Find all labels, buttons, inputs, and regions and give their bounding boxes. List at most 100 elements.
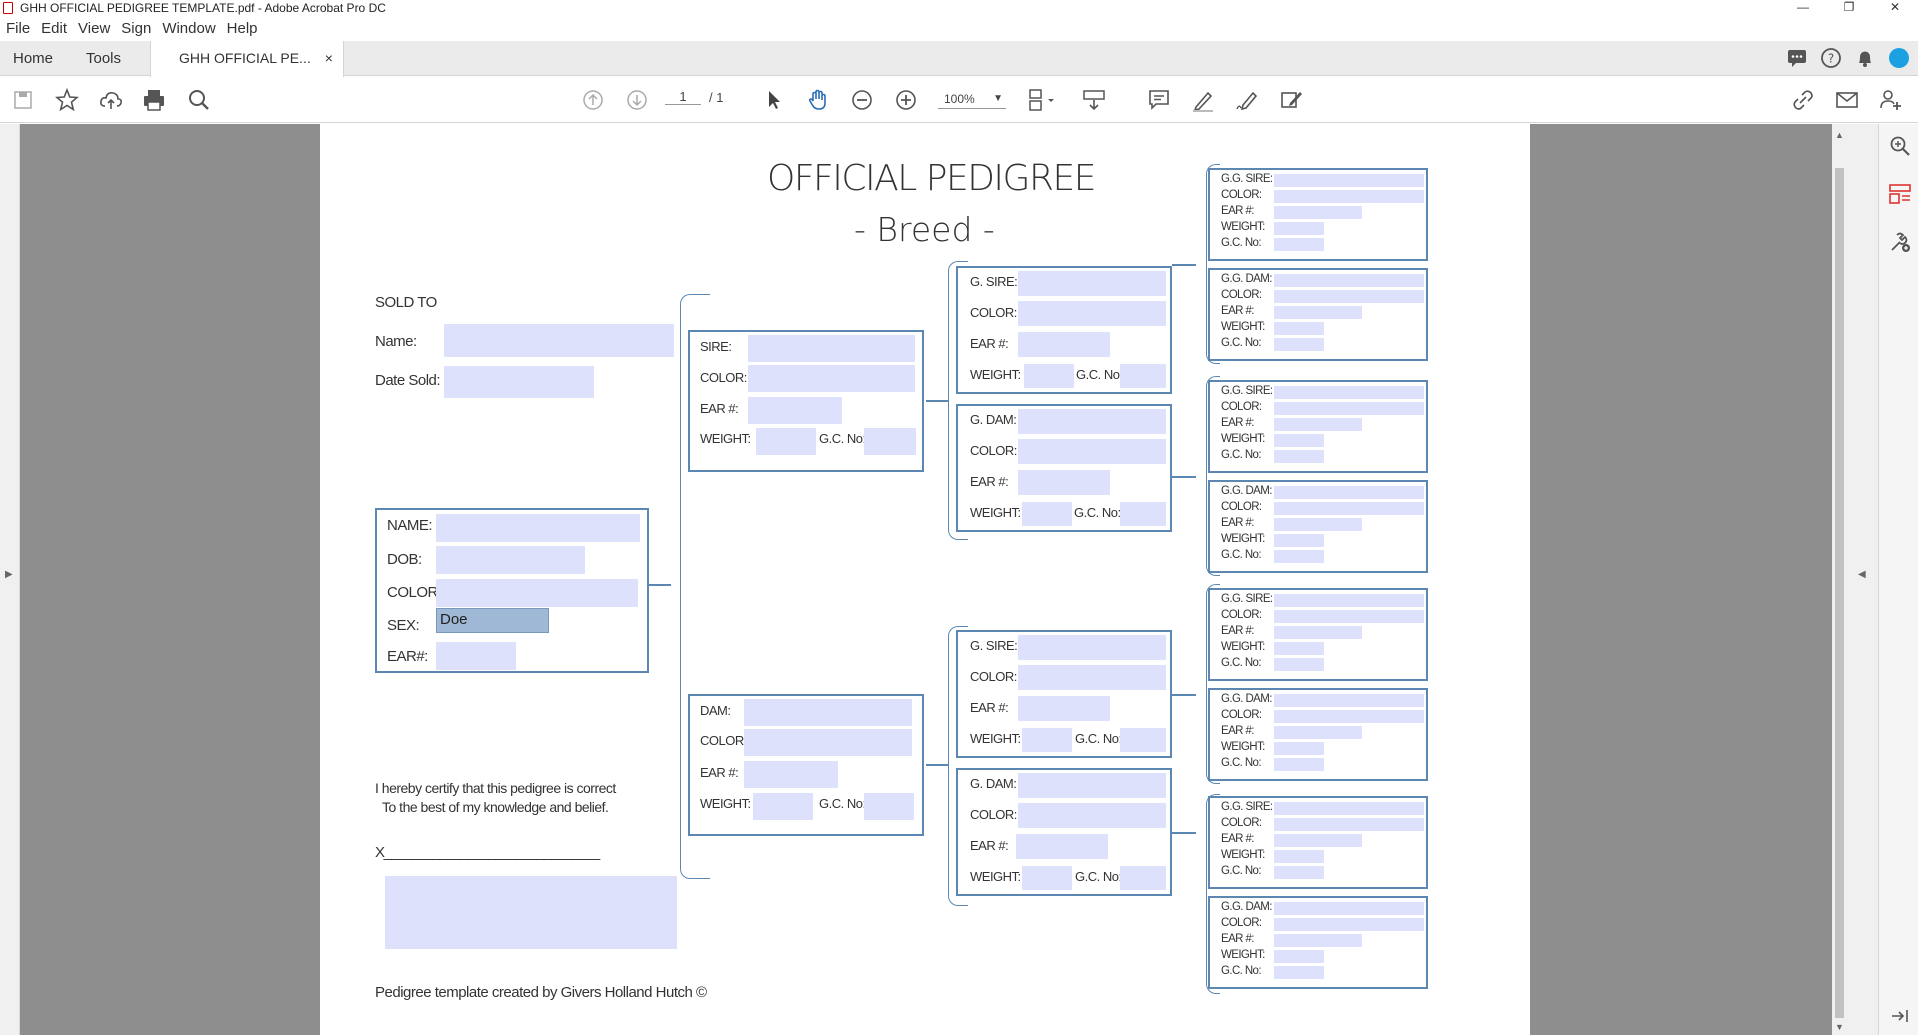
ggdam-ear-field[interactable] bbox=[1274, 934, 1362, 947]
zoom-in-icon[interactable] bbox=[893, 87, 919, 113]
scroll-up-icon[interactable]: ▲ bbox=[1835, 130, 1844, 140]
star-icon[interactable] bbox=[54, 87, 80, 113]
ggsire-title-field[interactable] bbox=[1274, 594, 1424, 607]
zoom-tool-icon[interactable] bbox=[1888, 134, 1912, 158]
gdam-ear-field[interactable] bbox=[1018, 470, 1110, 495]
ggsire-ear-field[interactable] bbox=[1274, 418, 1362, 431]
organize-pages-icon[interactable] bbox=[1888, 182, 1912, 206]
ggsire-weight-field[interactable] bbox=[1274, 850, 1324, 863]
gsire-name-field[interactable] bbox=[1018, 635, 1166, 660]
tab-close-icon[interactable]: × bbox=[325, 50, 333, 66]
menu-help[interactable]: Help bbox=[227, 17, 258, 41]
ggsire-ear-field[interactable] bbox=[1274, 834, 1362, 847]
gsire-name-field[interactable] bbox=[1018, 271, 1166, 296]
ggsire-title-field[interactable] bbox=[1274, 174, 1424, 187]
ggdam-title-field[interactable] bbox=[1274, 486, 1424, 499]
save-icon[interactable] bbox=[10, 87, 36, 113]
gsire-ear-field[interactable] bbox=[1018, 696, 1110, 721]
next-page-icon[interactable] bbox=[624, 87, 650, 113]
ggdam-gc-field[interactable] bbox=[1274, 550, 1324, 563]
ggdam-weight-field[interactable] bbox=[1274, 322, 1324, 335]
ggsire-title-field[interactable] bbox=[1274, 802, 1424, 815]
ggdam-gc-field[interactable] bbox=[1274, 338, 1324, 351]
gsire-color-field[interactable] bbox=[1018, 301, 1166, 326]
sire-gc-field[interactable] bbox=[864, 428, 916, 455]
ggdam-title-field[interactable] bbox=[1274, 274, 1424, 287]
select-cursor-icon[interactable] bbox=[761, 87, 787, 113]
ggdam-ear-field[interactable] bbox=[1274, 306, 1362, 319]
gsire-gc-field[interactable] bbox=[1120, 364, 1166, 388]
ggsire-gc-field[interactable] bbox=[1274, 238, 1324, 251]
ggdam-color-field[interactable] bbox=[1274, 710, 1424, 723]
add-user-icon[interactable] bbox=[1878, 87, 1904, 113]
sire-weight-field[interactable] bbox=[756, 428, 816, 455]
ggdam-weight-field[interactable] bbox=[1274, 950, 1324, 963]
ggdam-title-field[interactable] bbox=[1274, 694, 1424, 707]
add-comment-icon[interactable] bbox=[1146, 87, 1172, 113]
menu-window[interactable]: Window bbox=[162, 17, 215, 41]
menu-view[interactable]: View bbox=[78, 17, 110, 41]
ggdam-weight-field[interactable] bbox=[1274, 742, 1324, 755]
ggsire-color-field[interactable] bbox=[1274, 190, 1424, 203]
ggdam-gc-field[interactable] bbox=[1274, 966, 1324, 979]
buyer-name-field[interactable] bbox=[444, 324, 674, 357]
animal-ear-field[interactable] bbox=[436, 642, 516, 670]
ggsire-color-field[interactable] bbox=[1274, 818, 1424, 831]
zoom-dropdown[interactable]: 100% ▼ bbox=[938, 89, 1006, 109]
ggsire-color-field[interactable] bbox=[1274, 610, 1424, 623]
animal-dob-field[interactable] bbox=[436, 546, 585, 574]
gdam-color-field[interactable] bbox=[1018, 439, 1166, 464]
dam-ear-field[interactable] bbox=[744, 761, 838, 788]
ggdam-ear-field[interactable] bbox=[1274, 726, 1362, 739]
ggdam-ear-field[interactable] bbox=[1274, 518, 1362, 531]
gdam-weight-field[interactable] bbox=[1022, 502, 1072, 526]
comment-bubble-icon[interactable] bbox=[1786, 47, 1808, 69]
tab-home[interactable]: Home bbox=[13, 41, 53, 76]
search-icon[interactable] bbox=[186, 87, 212, 113]
dam-weight-field[interactable] bbox=[753, 793, 813, 820]
sire-ear-field[interactable] bbox=[748, 397, 842, 424]
link-icon[interactable] bbox=[1790, 87, 1816, 113]
menu-file[interactable]: File bbox=[6, 17, 30, 41]
vertical-scrollbar[interactable]: ▲ ▼ bbox=[1832, 124, 1848, 1035]
sire-name-field[interactable] bbox=[748, 335, 915, 362]
ggsire-weight-field[interactable] bbox=[1274, 222, 1324, 235]
dam-name-field[interactable] bbox=[744, 699, 912, 726]
dam-color-field[interactable] bbox=[744, 729, 912, 756]
gsire-weight-field[interactable] bbox=[1022, 728, 1072, 752]
ggsire-gc-field[interactable] bbox=[1274, 658, 1324, 671]
ggdam-color-field[interactable] bbox=[1274, 502, 1424, 515]
hand-tool-icon[interactable] bbox=[805, 87, 831, 113]
sire-color-field[interactable] bbox=[748, 365, 915, 392]
menu-edit[interactable]: Edit bbox=[41, 17, 67, 41]
avatar[interactable] bbox=[1888, 47, 1910, 69]
tab-tools[interactable]: Tools bbox=[86, 41, 121, 76]
page-number-input[interactable]: 1 bbox=[665, 89, 701, 105]
help-icon[interactable]: ? bbox=[1820, 47, 1842, 69]
page-fit-icon[interactable] bbox=[1026, 87, 1060, 113]
date-sold-field[interactable] bbox=[444, 366, 594, 398]
gdam-gc-field[interactable] bbox=[1120, 866, 1166, 890]
fill-sign-icon[interactable] bbox=[1278, 87, 1304, 113]
scrollbar-thumb[interactable] bbox=[1835, 168, 1844, 1018]
gdam-gc-field[interactable] bbox=[1120, 502, 1166, 526]
bell-icon[interactable] bbox=[1854, 47, 1876, 69]
collapse-panel-icon[interactable] bbox=[1888, 1004, 1912, 1028]
ggsire-weight-field[interactable] bbox=[1274, 642, 1324, 655]
animal-name-field[interactable] bbox=[436, 514, 640, 542]
ggdam-color-field[interactable] bbox=[1274, 290, 1424, 303]
animal-sex-field[interactable]: Doe bbox=[436, 608, 549, 633]
close-window-button[interactable]: ✕ bbox=[1872, 0, 1918, 17]
keyboard-scroll-icon[interactable] bbox=[1081, 87, 1107, 113]
highlight-pen-icon[interactable] bbox=[1190, 87, 1216, 113]
gsire-color-field[interactable] bbox=[1018, 665, 1166, 690]
gdam-weight-field[interactable] bbox=[1022, 866, 1072, 890]
minimize-button[interactable]: — bbox=[1780, 0, 1826, 17]
restore-button[interactable]: ❐ bbox=[1826, 0, 1872, 17]
cloud-upload-icon[interactable] bbox=[98, 87, 124, 113]
gsire-weight-field[interactable] bbox=[1024, 364, 1074, 388]
ggsire-gc-field[interactable] bbox=[1274, 866, 1324, 879]
left-panel-toggle[interactable]: ▶ bbox=[0, 124, 20, 1035]
collapse-left-icon[interactable]: ◀ bbox=[1858, 569, 1866, 580]
menu-sign[interactable]: Sign bbox=[121, 17, 151, 41]
